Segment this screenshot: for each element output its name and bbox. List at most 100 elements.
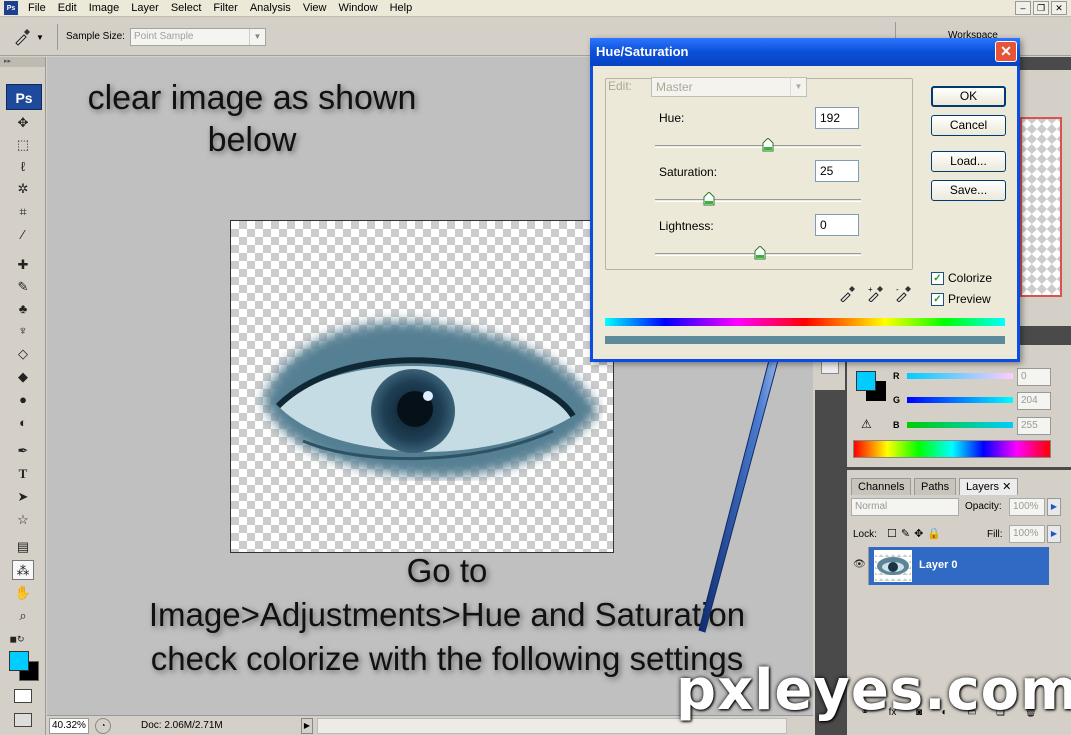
magic-wand-tool-icon[interactable]: ✲ [12, 179, 34, 199]
saturation-input[interactable]: 25 [815, 160, 859, 182]
marquee-tool-icon[interactable]: ⬚ [12, 135, 34, 155]
blue-label: B [893, 420, 900, 430]
dialog-title: Hue/Saturation [596, 44, 689, 59]
eyedropper-minus-icon[interactable]: - [895, 284, 913, 302]
green-slider[interactable] [907, 397, 1013, 403]
screen-mode-icon[interactable] [14, 713, 32, 727]
zoom-field[interactable]: 40.32% [49, 717, 89, 734]
menu-select[interactable]: Select [165, 0, 208, 16]
cancel-button[interactable]: Cancel [931, 115, 1006, 136]
menu-layer[interactable]: Layer [125, 0, 165, 16]
close-icon[interactable]: ✕ [995, 41, 1017, 62]
eyedropper-plus-icon[interactable]: + [867, 284, 885, 302]
hand-tool-icon[interactable]: ✋ [12, 583, 34, 603]
edit-channel-select[interactable]: Master ▼ [651, 77, 807, 97]
paint-bucket-tool-icon[interactable]: ◆ [12, 367, 34, 387]
photoshop-app-icon[interactable]: Ps [4, 1, 18, 15]
fill-field[interactable]: 100% [1009, 525, 1045, 543]
notes-tool-icon[interactable]: ▤ [12, 537, 34, 557]
sample-size-select[interactable]: Point Sample ▼ [130, 28, 266, 46]
lasso-tool-icon[interactable]: ℓ [12, 157, 34, 177]
hue-slider[interactable] [655, 145, 861, 148]
visibility-eye-icon[interactable]: 👁 [853, 559, 866, 571]
close-icon[interactable]: ✕ [1051, 1, 1067, 15]
hue-input[interactable]: 192 [815, 107, 859, 129]
layer-row[interactable]: Layer 0 [847, 547, 1049, 585]
dodge-tool-icon[interactable]: ◐ [12, 413, 34, 433]
tool-preset-picker[interactable]: ▼ [12, 26, 52, 48]
eraser-tool-icon[interactable]: ◇ [12, 344, 34, 364]
crop-tool-icon[interactable]: ⌗ [12, 202, 34, 222]
opacity-field[interactable]: 100% [1009, 498, 1045, 516]
navigator-thumbnail[interactable] [1020, 117, 1062, 297]
ok-button[interactable]: OK [931, 86, 1006, 107]
color-ramp[interactable] [853, 440, 1051, 458]
tab-layers[interactable]: Layers ✕ [959, 478, 1019, 495]
chevron-right-icon[interactable]: ▶ [1047, 525, 1061, 543]
red-slider[interactable] [907, 373, 1013, 379]
quick-mask-icon[interactable] [14, 689, 32, 703]
healing-brush-tool-icon[interactable]: ✚ [12, 255, 34, 275]
pen-tool-icon[interactable]: ✒ [12, 441, 34, 461]
restore-icon[interactable]: ❐ [1033, 1, 1049, 15]
preview-checkbox[interactable]: ✓ Preview [931, 292, 991, 306]
separator [57, 24, 58, 50]
type-tool-icon[interactable]: T [12, 464, 34, 484]
colorize-checkbox[interactable]: ✓ Colorize [931, 271, 992, 285]
menu-analysis[interactable]: Analysis [244, 0, 297, 16]
chevron-right-icon[interactable]: ▶ [1047, 498, 1061, 516]
path-selection-tool-icon[interactable]: ➤ [12, 487, 34, 507]
blue-slider[interactable] [907, 422, 1013, 428]
blur-tool-icon[interactable]: ● [12, 390, 34, 410]
chevron-right-icon[interactable]: ▶ [301, 717, 313, 734]
move-tool-icon[interactable]: ✥ [12, 113, 34, 133]
checkmark-icon: ✓ [931, 292, 944, 306]
document-canvas[interactable] [230, 220, 614, 553]
eye-image [263, 322, 598, 477]
hue-slider-thumb[interactable] [762, 138, 774, 152]
hue-label: Hue: [659, 111, 685, 125]
zoom-tool-icon[interactable]: ⌕ [12, 606, 34, 626]
foreground-color-swatch[interactable] [9, 651, 29, 671]
color-foreground-swatch[interactable] [856, 371, 876, 391]
close-icon[interactable]: ✕ [1002, 481, 1011, 493]
eyedropper-tool-icon[interactable]: ⁂ [12, 560, 34, 580]
lightness-input[interactable]: 0 [815, 214, 859, 236]
lightness-label: Lightness: [659, 219, 714, 233]
tab-paths[interactable]: Paths [914, 478, 957, 495]
menu-view[interactable]: View [297, 0, 333, 16]
menu-image[interactable]: Image [83, 0, 126, 16]
output-color-spectrum [605, 336, 1005, 344]
eyedropper-icon[interactable] [839, 284, 857, 302]
menu-file[interactable]: File [22, 0, 52, 16]
tab-channels[interactable]: Channels [851, 478, 912, 495]
saturation-slider[interactable] [655, 199, 861, 202]
panel-grip[interactable]: ▸▸ [0, 57, 45, 67]
menu-filter[interactable]: Filter [207, 0, 243, 16]
brush-tool-icon[interactable]: ✎ [12, 277, 34, 297]
shape-tool-icon[interactable]: ☆ [12, 510, 34, 530]
green-field[interactable]: 204 [1017, 392, 1051, 410]
lightness-slider-thumb[interactable] [754, 246, 766, 260]
saturation-slider-thumb[interactable] [703, 192, 715, 206]
menu-window[interactable]: Window [332, 0, 383, 16]
input-color-spectrum [605, 318, 1005, 326]
colorize-label: Colorize [948, 271, 993, 285]
blue-field[interactable]: 255 [1017, 417, 1051, 435]
save-button[interactable]: Save... [931, 180, 1006, 201]
history-brush-tool-icon[interactable]: ♆ [12, 321, 34, 341]
clone-stamp-tool-icon[interactable]: ♣ [12, 299, 34, 319]
default-colors-icon[interactable]: ◼↻ [6, 629, 28, 649]
red-field[interactable]: 0 [1017, 368, 1051, 386]
load-button[interactable]: Load... [931, 151, 1006, 172]
status-icon[interactable]: ◔ [95, 717, 111, 734]
photoshop-logo[interactable]: Ps [6, 84, 42, 110]
menu-help[interactable]: Help [384, 0, 419, 16]
menu-edit[interactable]: Edit [52, 0, 83, 16]
slice-tool-icon[interactable]: ⁄ [12, 225, 34, 245]
opacity-label: Opacity: [965, 501, 1002, 512]
lock-icons[interactable]: ☐✎✥🔒 [887, 527, 945, 540]
dialog-title-bar[interactable]: Hue/Saturation ✕ [590, 38, 1020, 66]
minimize-icon[interactable]: – [1015, 1, 1031, 15]
blend-mode-select[interactable]: Normal [851, 498, 959, 516]
